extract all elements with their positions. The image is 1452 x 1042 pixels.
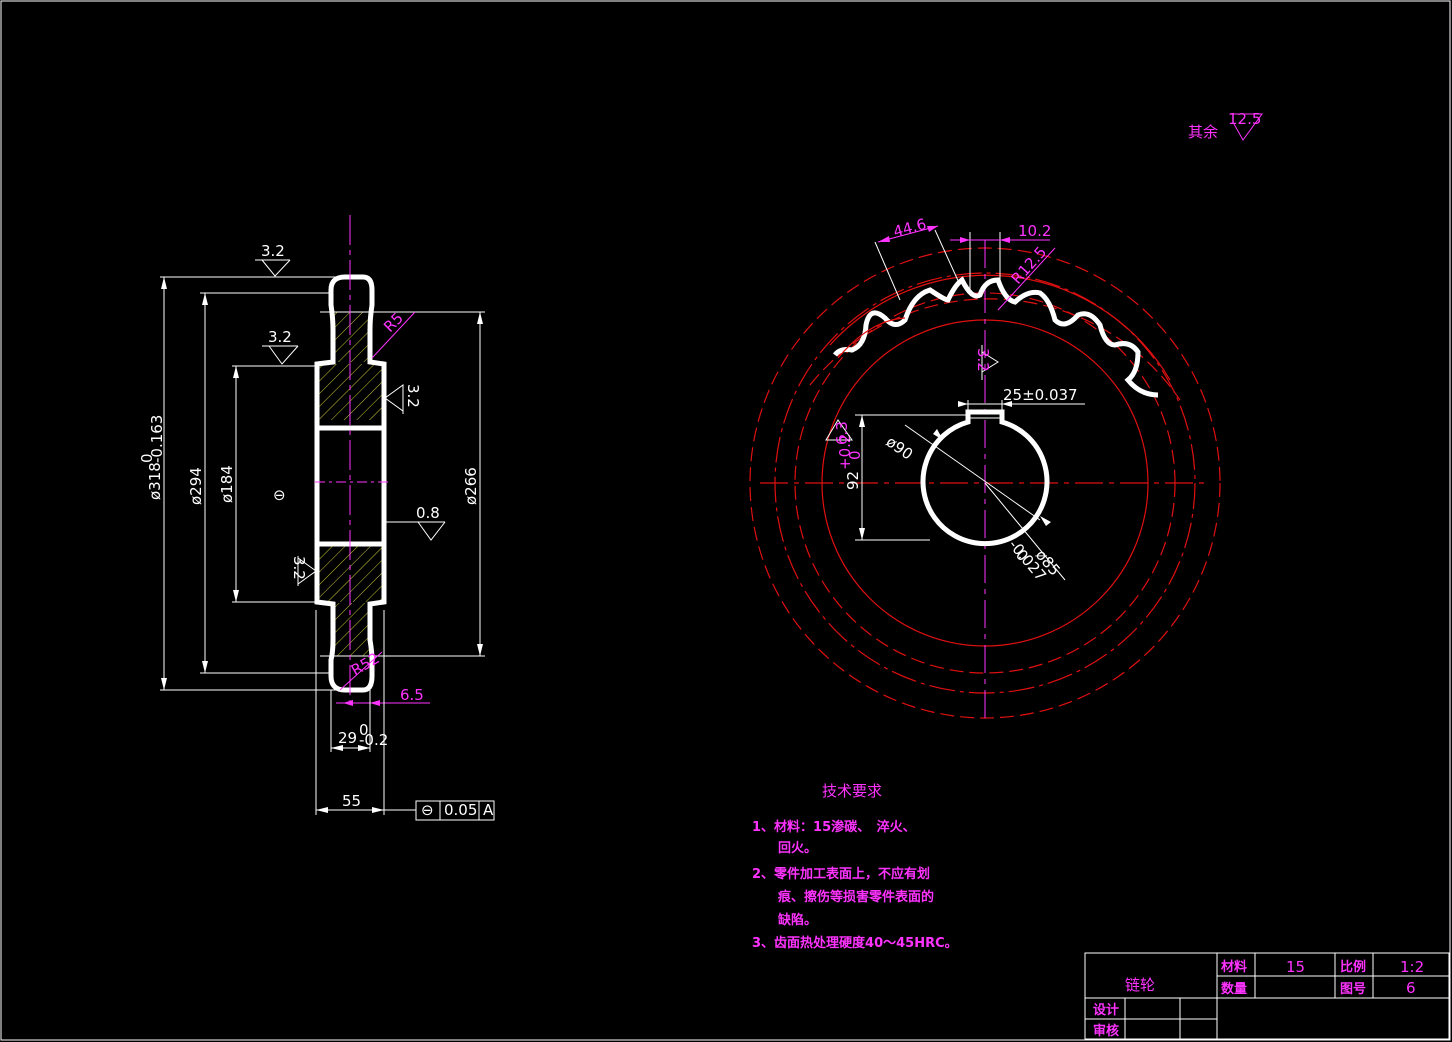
roughness-front-1: 3.2	[974, 345, 999, 380]
dim-d318: ø318	[146, 462, 164, 500]
svg-text:3.2: 3.2	[268, 328, 292, 346]
flatness-symbol: ⊖	[273, 486, 286, 504]
dim-w29: 29	[338, 729, 357, 747]
roughness-side-1: 3.2	[255, 242, 291, 277]
dim-pitch: 44.6	[891, 215, 928, 241]
svg-text:0: 0	[846, 450, 864, 460]
drawing-border	[0, 0, 1451, 1041]
tb-scale-label: 比例	[1340, 959, 1366, 975]
roughness-side-2: 3.2	[262, 328, 299, 365]
tol-symbol: ⊖	[421, 801, 434, 819]
roughness-side-5: 3.2	[290, 556, 317, 586]
roughness-side-4: 0.8	[385, 504, 446, 541]
dim-d266: ø266	[462, 467, 480, 505]
tech-req-line-3: 2、零件加工表面上，不应有划	[752, 866, 930, 882]
svg-text:3.2: 3.2	[290, 556, 308, 580]
side-section-view: ø318 0 -0.163 ø294 ø184 ø266 ⊖ 3.2 3.2 3…	[138, 215, 495, 821]
tb-scale-value: 1:2	[1400, 958, 1424, 976]
dim-w55: 55	[342, 792, 361, 810]
svg-text:3.2: 3.2	[404, 384, 422, 408]
tolerance-frame: ⊖ 0.05 A	[384, 800, 495, 821]
dim-6-5: 6.5	[400, 686, 424, 704]
roughness-other-label: 其余	[1188, 123, 1218, 141]
tb-material-value: 15	[1286, 958, 1305, 976]
front-view: 44.6 10.2 R12.5 3.2 25±0.037 92 +0.2 0 6…	[749, 215, 1221, 719]
svg-text:3.2: 3.2	[974, 348, 992, 372]
tol-value: 0.05	[444, 801, 477, 819]
tech-req-line-2: 回火。	[752, 841, 817, 856]
dim-d184: ø184	[218, 465, 236, 503]
tech-req-line-5: 缺陷。	[752, 912, 817, 928]
tech-requirements: 技术要求 1、材料：15渗碳、 淬火、 回火。 2、零件加工表面上，不应有划 痕…	[752, 782, 958, 951]
svg-text:3.2: 3.2	[261, 242, 285, 260]
tb-design-label: 设计	[1093, 1002, 1119, 1018]
svg-text:0.8: 0.8	[416, 504, 440, 522]
tech-req-title: 技术要求	[822, 782, 882, 800]
hatch-upper-rim	[333, 312, 370, 362]
title-block: 链轮 材料 15 比例 1:2 数量 图号 6 设计 审核	[1084, 952, 1450, 1040]
roughness-other-note: 其余 12.5	[1188, 110, 1263, 141]
roughness-other-value: 12.5	[1228, 110, 1261, 128]
hatch-lower-rim	[333, 603, 370, 656]
tb-drawing-no-label: 图号	[1340, 982, 1366, 997]
roughness-side-3: 3.2	[384, 384, 422, 414]
tb-material-label: 材料	[1221, 959, 1247, 975]
dim-tooth-width: 10.2	[1018, 222, 1051, 240]
tol-datum: A	[483, 801, 494, 819]
tb-part-name: 链轮	[1125, 976, 1155, 994]
cad-drawing: 其余 12.5 ø318 0 -0.163 ø294 ø184 ø266 ⊖ 3…	[0, 0, 1451, 1041]
dim-keyway-depth: 92	[844, 471, 862, 490]
svg-text:6.3: 6.3	[833, 421, 851, 445]
dim-keyway-width: 25±0.037	[1003, 386, 1078, 404]
tech-req-line-4: 痕、擦伤等损害零件表面的	[752, 889, 934, 905]
dim-bore: ø90	[883, 433, 916, 464]
dim-d294: ø294	[187, 467, 205, 505]
tb-quantity-label: 数量	[1221, 981, 1247, 997]
tech-req-line-1: 1、材料：15渗碳、 淬火、	[752, 819, 916, 835]
dim-r5: R5	[380, 309, 407, 336]
dim-d318-tol-lower: -0.163	[148, 415, 166, 463]
tech-req-line-6: 3、齿面热处理硬度40～45HRC。	[752, 935, 958, 951]
tb-drawing-no-value: 6	[1406, 979, 1416, 997]
tb-review-label: 审核	[1093, 1023, 1119, 1039]
